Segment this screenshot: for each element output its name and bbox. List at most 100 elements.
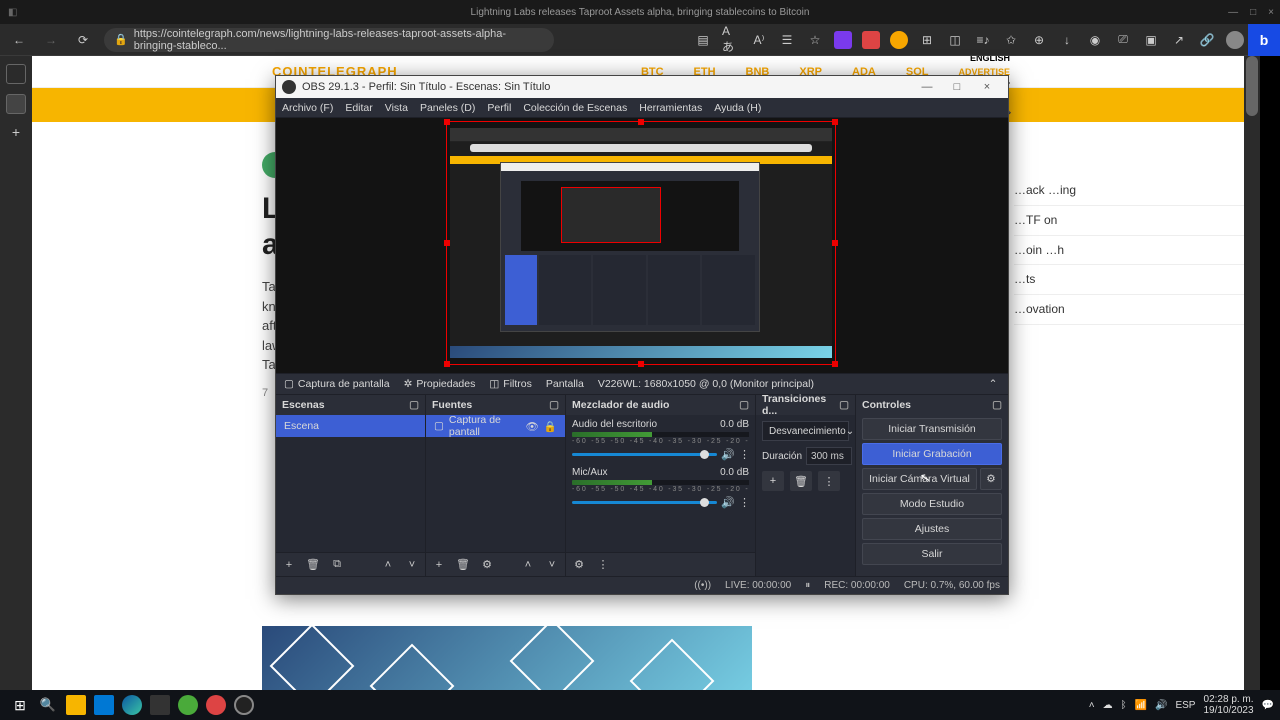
menu-scene-collection[interactable]: Colección de Escenas <box>523 102 627 114</box>
menu-tools[interactable]: Herramientas <box>639 102 702 114</box>
move-down-button[interactable]: ˅ <box>403 556 421 574</box>
add-scene-button[interactable]: + <box>280 556 298 574</box>
news-item[interactable]: …TF on <box>1014 206 1244 236</box>
tray-volume-icon[interactable]: 🔊 <box>1155 700 1167 711</box>
start-recording-button[interactable]: Iniciar Grabación <box>862 443 1002 465</box>
tray-chevron[interactable]: ˄ <box>1089 700 1095 711</box>
transition-select[interactable]: Desvanecimiento⌄ <box>762 421 849 441</box>
tray-wifi-icon[interactable]: 📶 <box>1135 700 1147 711</box>
extensions-button[interactable]: ⊞ <box>918 31 936 49</box>
new-tab-button[interactable]: + <box>12 124 20 140</box>
studio-mode-button[interactable]: Modo Estudio <box>862 493 1002 515</box>
obs-close-button[interactable]: × <box>972 81 1002 93</box>
favorites-icon[interactable]: ✩ <box>1002 31 1020 49</box>
read-aloud-icon[interactable]: A⁾ <box>750 31 768 49</box>
performance-icon[interactable]: ◉ <box>1086 31 1104 49</box>
collapse-toolbar-button[interactable]: ⌃ <box>986 378 1000 390</box>
extension-icon[interactable] <box>890 31 908 49</box>
news-item[interactable]: …ack …ing <box>1014 176 1244 206</box>
extension-icon[interactable] <box>862 31 880 49</box>
page-scrollbar[interactable] <box>1244 56 1260 690</box>
translate-icon[interactable]: Aあ <box>722 31 740 49</box>
downloads-icon[interactable]: ↓ <box>1058 31 1076 49</box>
extension-icon[interactable] <box>834 31 852 49</box>
menu-profile[interactable]: Perfil <box>487 102 511 114</box>
taskbar-app[interactable] <box>62 693 90 717</box>
taskbar-app-mail[interactable] <box>90 693 118 717</box>
app-icon[interactable]: ▣ <box>1142 31 1160 49</box>
menu-panels[interactable]: Paneles (D) <box>420 102 475 114</box>
volume-slider[interactable] <box>572 453 717 456</box>
favorite-icon[interactable]: ☆ <box>806 31 824 49</box>
news-item[interactable]: …ovation <box>1014 295 1244 325</box>
lock-toggle[interactable]: 🔒 <box>544 420 557 433</box>
menu-help[interactable]: Ayuda (H) <box>714 102 761 114</box>
address-bar[interactable]: 🔒 https://cointelegraph.com/news/lightni… <box>104 28 554 52</box>
link-icon[interactable]: 🔗 <box>1198 31 1216 49</box>
channel-menu-button[interactable]: ⋮ <box>739 496 749 509</box>
obs-preview-canvas[interactable] <box>276 118 1008 373</box>
taskbar-app-terminal[interactable] <box>146 693 174 717</box>
window-minimize-button[interactable]: — <box>1228 7 1238 18</box>
virtual-cam-settings-button[interactable]: ⚙ <box>980 468 1002 490</box>
start-streaming-button[interactable]: Iniciar Transmisión <box>862 418 1002 440</box>
search-button[interactable]: 🔍 <box>34 693 62 717</box>
channel-menu-button[interactable]: ⋮ <box>739 448 749 461</box>
mute-button[interactable]: 🔊 <box>721 496 735 509</box>
add-source-button[interactable]: + <box>430 556 448 574</box>
source-name-chip[interactable]: ▢ Captura de pantalla <box>284 378 390 390</box>
playlist-icon[interactable]: ≡♪ <box>974 31 992 49</box>
split-screen-icon[interactable]: ◫ <box>946 31 964 49</box>
popout-icon[interactable]: ▢ <box>992 399 1002 411</box>
refresh-button[interactable]: ⟳ <box>72 29 94 51</box>
mixer-settings-button[interactable]: ⚙ <box>570 556 588 574</box>
window-maximize-button[interactable]: □ <box>1250 7 1256 18</box>
move-up-button[interactable]: ˄ <box>519 556 537 574</box>
forward-button[interactable]: → <box>40 29 62 51</box>
news-item[interactable]: …ts <box>1014 265 1244 295</box>
popout-icon[interactable]: ▢ <box>739 399 749 411</box>
taskbar-app-edge[interactable] <box>118 693 146 717</box>
share-icon[interactable]: ↗ <box>1170 31 1188 49</box>
profile-avatar[interactable] <box>1226 31 1244 49</box>
obs-maximize-button[interactable]: □ <box>942 81 972 93</box>
tab-item-active[interactable] <box>6 94 26 114</box>
lang-selector[interactable]: ENGLISH <box>970 56 1010 63</box>
popout-icon[interactable]: ▢ <box>839 399 849 411</box>
start-button[interactable]: ⊞ <box>6 693 34 717</box>
clock[interactable]: 02:28 p. m. 19/10/2023 <box>1203 694 1253 716</box>
source-item[interactable]: ▢ Captura de pantall 👁 🔒 <box>426 415 565 437</box>
transition-menu-button[interactable]: ⋮ <box>818 471 840 491</box>
notifications-button[interactable]: 💬 <box>1262 700 1274 711</box>
scene-item[interactable]: Escena <box>276 415 425 437</box>
bing-sidebar-button[interactable]: b <box>1248 24 1280 56</box>
popout-icon[interactable]: ▢ <box>549 399 559 411</box>
scene-filter-button[interactable]: ⧉ <box>328 556 346 574</box>
obs-minimize-button[interactable]: — <box>912 81 942 93</box>
volume-slider[interactable] <box>572 501 717 504</box>
remove-scene-button[interactable]: 🗑 <box>304 556 322 574</box>
properties-button[interactable]: ✲ Propiedades <box>404 378 476 390</box>
tray-bluetooth-icon[interactable]: ᛒ <box>1121 700 1127 711</box>
move-up-button[interactable]: ˄ <box>379 556 397 574</box>
reader-icon[interactable]: ▤ <box>694 31 712 49</box>
duration-input[interactable] <box>806 447 852 465</box>
back-button[interactable]: ← <box>8 29 30 51</box>
window-close-button[interactable]: × <box>1268 7 1274 18</box>
news-item[interactable]: …oin …h <box>1014 236 1244 266</box>
settings-button[interactable]: Ajustes <box>862 518 1002 540</box>
exit-button[interactable]: Salir <box>862 543 1002 565</box>
mute-button[interactable]: 🔊 <box>721 448 735 461</box>
taskbar-app-obs[interactable] <box>230 693 258 717</box>
tray-onedrive-icon[interactable]: ☁ <box>1103 700 1113 711</box>
taskbar-app[interactable] <box>202 693 230 717</box>
screenshot-icon[interactable]: ⎚ <box>1114 31 1132 49</box>
add-transition-button[interactable]: + <box>762 471 784 491</box>
tab-item[interactable] <box>6 64 26 84</box>
menu-view[interactable]: Vista <box>385 102 408 114</box>
menu-edit[interactable]: Editar <box>345 102 372 114</box>
collections-icon[interactable]: ⊕ <box>1030 31 1048 49</box>
tray-language[interactable]: ESP <box>1175 700 1195 711</box>
filters-button[interactable]: ◫ Filtros <box>489 378 532 390</box>
mixer-menu-button[interactable]: ⋮ <box>594 556 612 574</box>
